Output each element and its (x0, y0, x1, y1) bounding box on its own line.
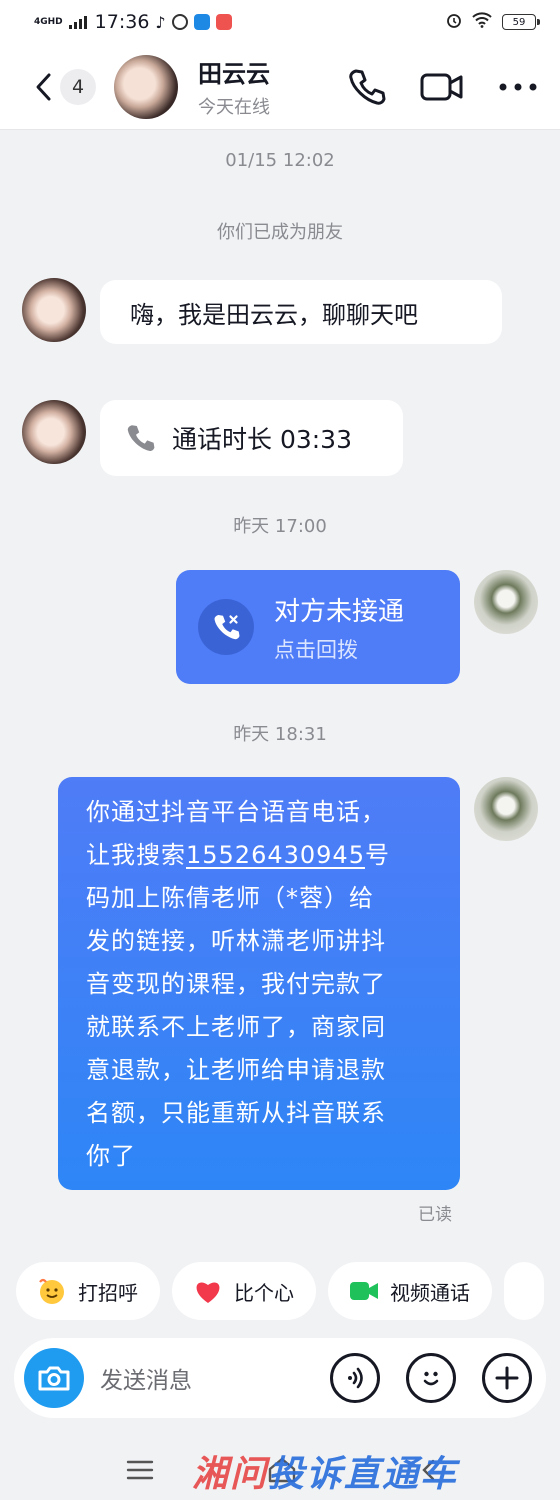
quick-actions: 打招呼 比个心 视频通话 (16, 1262, 560, 1320)
wifi-icon (472, 11, 492, 33)
more-chip[interactable] (504, 1262, 544, 1320)
status-right: 59 (446, 11, 540, 33)
callback-link[interactable]: 点击回拨 (274, 634, 404, 664)
voice-input-button[interactable] (330, 1353, 380, 1403)
system-note: 你们已成为朋友 (217, 222, 343, 243)
message-line: 音变现的课程，我付完款了 (86, 970, 386, 998)
menu-nav-button[interactable] (124, 1454, 156, 1486)
message-text: 嗨，我是田云云，聊聊天吧 (130, 300, 418, 329)
back-button[interactable] (30, 67, 56, 107)
message-line: 意退款，让老师给申请退款 (86, 1056, 386, 1084)
chevron-left-icon (36, 73, 51, 100)
status-bar: 4GHD 17:36 ♪ 59 (0, 0, 560, 44)
menu-icon (126, 1460, 154, 1480)
video-call-chip[interactable]: 视频通话 (328, 1262, 492, 1320)
greet-label: 打招呼 (78, 1280, 138, 1305)
input-actions (330, 1353, 532, 1403)
message-line: 你通过抖音平台语音电话， (86, 798, 386, 826)
watermark-part: 投诉直通车 (268, 1454, 459, 1495)
tiktok-icon: ♪ (155, 12, 166, 32)
contact-avatar[interactable] (22, 400, 86, 464)
status-left: 4GHD 17:36 ♪ (34, 11, 232, 33)
signal-icon (68, 15, 87, 29)
my-avatar[interactable] (474, 777, 538, 841)
chat-header: 4 田云云 今天在线 (0, 44, 560, 130)
message-line-text: 号 (364, 841, 390, 869)
missed-call-icon (198, 599, 254, 655)
message-line: 就联系不上老师了，商家同 (86, 1013, 386, 1041)
app-notification-icon (215, 14, 232, 30)
battery-icon: 59 (502, 14, 540, 30)
heart-label: 比个心 (234, 1280, 294, 1305)
video-camera-icon (348, 1275, 380, 1307)
message-line: 你了 (86, 1142, 136, 1170)
message-timestamp: 昨天 18:31 (233, 724, 327, 745)
greet-chip[interactable]: 打招呼 (16, 1262, 160, 1320)
site-watermark: 湘问投诉直通车 (192, 1445, 458, 1497)
phone-icon (127, 425, 155, 452)
video-call-button[interactable] (420, 65, 464, 109)
message-line: 名额，只能重新从抖音联系 (86, 1099, 386, 1127)
contact-presence: 今天在线 (198, 97, 270, 118)
more-dots-icon (499, 83, 537, 90)
wave-emoji-icon (36, 1275, 68, 1307)
camera-icon (38, 1366, 70, 1391)
alarm-icon (446, 11, 462, 33)
smiley-icon (423, 1371, 439, 1386)
network-type: 4GHD (34, 16, 63, 27)
heart-chip[interactable]: 比个心 (172, 1262, 316, 1320)
status-time: 17:36 (94, 11, 150, 33)
heart-icon (192, 1275, 224, 1307)
app-notification-icon (193, 14, 210, 30)
message-timestamp: 01/15 12:02 (225, 150, 335, 171)
message-input-bar: 发送消息 (14, 1338, 546, 1418)
contact-avatar[interactable] (114, 54, 178, 119)
emoji-button[interactable] (406, 1353, 456, 1403)
read-receipt: 已读 (418, 1205, 452, 1225)
message-input[interactable]: 发送消息 (100, 1361, 330, 1395)
contact-info[interactable]: 田云云 今天在线 (198, 54, 270, 119)
missed-call-bubble[interactable]: 对方未接通 点击回拨 (176, 570, 460, 684)
missed-call-text: 对方未接通 点击回拨 (274, 591, 404, 664)
phone-icon (349, 69, 386, 105)
plus-button[interactable] (482, 1353, 532, 1403)
more-button[interactable] (496, 65, 540, 109)
missed-call-title: 对方未接通 (274, 596, 405, 627)
voice-call-button[interactable] (344, 65, 388, 109)
app-notification-icon (171, 14, 188, 30)
contact-name: 田云云 (198, 60, 270, 88)
outgoing-message-bubble[interactable]: 你通过抖音平台语音电话， 让我搜索15526430945号 码加上陈倩老师（*蓉… (58, 777, 460, 1190)
message-line-text: 让我搜索 (86, 841, 186, 869)
call-record-bubble[interactable]: 通话时长 03:33 (100, 400, 403, 476)
message-timestamp: 昨天 17:00 (233, 516, 327, 537)
plus-icon (495, 1366, 519, 1390)
video-call-label: 视频通话 (390, 1280, 470, 1305)
video-camera-icon (420, 73, 463, 100)
message-line: 发的链接，听林潇老师讲抖 (86, 927, 386, 955)
camera-button[interactable] (24, 1348, 84, 1408)
message-line: 码加上陈倩老师（*蓉）给 (86, 884, 374, 912)
voice-wave-icon (348, 1367, 363, 1389)
phone-number-link[interactable]: 15526430945 (186, 841, 365, 869)
contact-avatar[interactable] (22, 278, 86, 342)
my-avatar[interactable] (474, 570, 538, 634)
header-actions (344, 65, 540, 109)
incoming-message-bubble[interactable]: 嗨，我是田云云，聊聊天吧 (100, 280, 502, 344)
watermark-part: 湘问 (192, 1454, 269, 1495)
message-line: 让我搜索15526430945号 (86, 834, 438, 877)
unread-count-badge[interactable]: 4 (60, 68, 96, 105)
call-duration-text: 通话时长 03:33 (172, 425, 352, 454)
